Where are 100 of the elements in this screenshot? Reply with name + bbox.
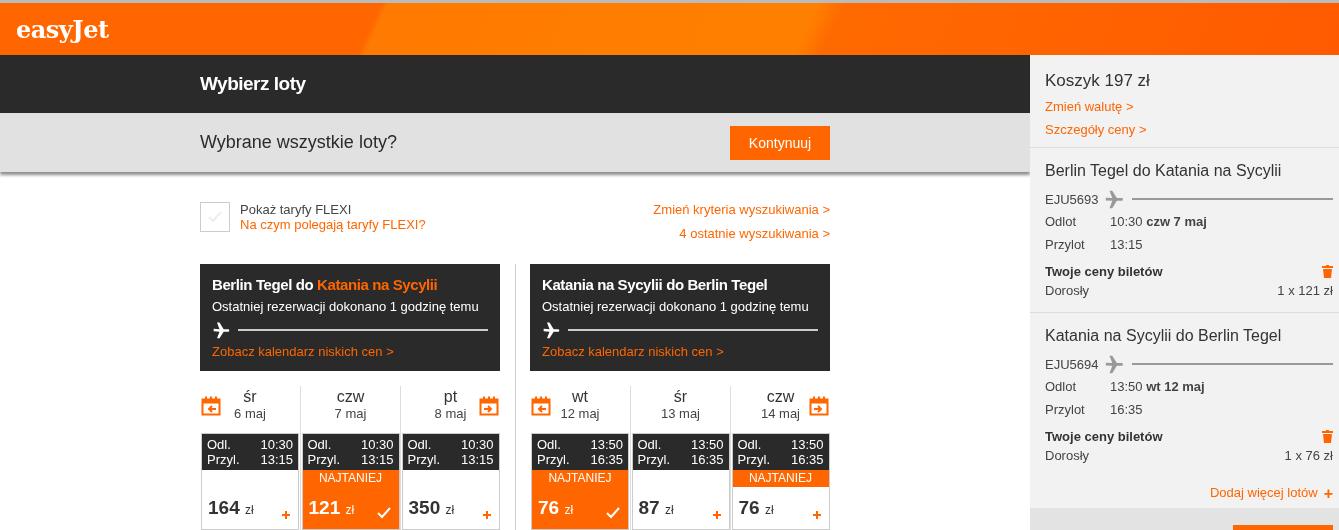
time-value: 13:15 [460,452,494,467]
weekday: czw [336,388,365,406]
add-flights-link[interactable]: Dodaj więcej lotów + [1210,485,1333,503]
time-label: Przyl. [637,452,671,467]
calendar-link[interactable]: Zobacz kalendarz niskich cen > [542,344,818,359]
time-label: Przyl. [407,452,441,467]
prices-title: Twoje ceny biletów [1045,429,1163,444]
date: 8 maj [434,406,467,421]
date: 7 maj [334,406,367,421]
passenger-type: Dorosły [1045,283,1090,298]
search-link[interactable]: 4 ostatnie wyszukiwania > [679,226,830,241]
basket-title: Koszyk 197 zł [1045,71,1151,91]
weekday: śr [673,388,688,406]
time-value: 10:30 [360,437,394,452]
flexi-checkbox[interactable] [200,202,230,232]
plus-icon[interactable] [482,511,491,519]
time-label: Przyl. [307,452,341,467]
detail-label: Przylot [1045,402,1086,417]
detail-value: 10:30 czw 7 maj [1110,214,1208,229]
detail-label: Odlot [1045,379,1078,394]
price: 76 zł [538,497,574,519]
page-title: Wybierz loty [200,73,306,95]
confirm-question: Wybrane wszystkie loty? [200,132,397,153]
price: 164 zł [208,497,254,519]
basket-link[interactable]: Szczegóły ceny > [1045,122,1324,137]
time-label: Przyl. [207,452,241,467]
date: 13 maj [661,406,700,421]
plus-icon[interactable] [712,511,721,519]
calendar-icon[interactable] [531,396,551,416]
fare-option[interactable]: Odl. 10:30 Przyl. 13:15 NAJTANIEJ 121 zł [301,433,400,530]
price: 87 zł [638,497,674,519]
time-value: 16:35 [790,452,824,467]
calendar-icon[interactable] [479,396,499,416]
checkbox-label: Pokaż taryfy FLEXI [240,202,352,217]
price: 76 zł [738,497,774,519]
fare-option[interactable]: Odl. 10:30 Przyl. 13:15 164 zł [201,433,299,530]
weekday: wt [572,388,588,406]
passenger-type: Dorosły [1045,448,1090,463]
time-label: Przyl. [537,452,571,467]
booking-note: Ostatniej rezerwacji dokonano 1 godzinę temu [542,299,810,314]
time-label: Odl. [407,437,433,452]
calendar-link[interactable]: Zobacz kalendarz niskich cen > [212,344,488,359]
cheapest-badge: NAJTANIEJ [732,470,829,487]
time-value: 10:30 [460,437,494,452]
prices-title: Twoje ceny biletów [1045,264,1163,279]
time-value: 13:50 [690,437,724,452]
date: 12 maj [560,406,600,421]
time-value: 16:35 [690,452,724,467]
time-label: Odl. [307,437,333,452]
plane-icon [212,320,232,340]
check-icon [606,507,620,519]
booking-note: Ostatniej rezerwacji dokonano 1 godzinę temu [212,299,480,314]
plus-icon[interactable] [282,511,290,519]
time-label: Odl. [737,437,763,452]
fare-option[interactable]: Odl. 13:50 Przyl. 16:35 87 zł [631,433,730,530]
ticket-price: 1 x 121 zł [1277,283,1333,298]
check-icon [376,507,391,519]
date: 14 maj [761,406,800,421]
flight-number: EJU5693 [1045,191,1099,207]
fare-option[interactable]: Odl. 10:30 Przyl. 13:15 350 zł [401,433,500,530]
time-label: Przyl. [737,452,771,467]
time-value: 13:15 [360,452,394,467]
search-link[interactable]: Zmień kryteria wyszukiwania > [653,202,830,217]
trash-icon[interactable] [1322,430,1333,443]
flexi-info-link[interactable]: Na czym polegają taryfy FLEXI? [240,217,426,232]
calendar-icon[interactable] [201,396,221,416]
flight-number: EJU5694 [1045,356,1099,372]
fare-option[interactable]: Odl. 13:50 Przyl. 16:35 NAJTANIEJ 76 zł [531,433,629,530]
time-label: Odl. [637,437,663,452]
weekday: pt [443,388,458,406]
time-label: Odl. [207,437,232,452]
calendar-icon[interactable] [809,396,829,416]
journey-title: Katania na Sycylii do Berlin Tegel [542,276,769,293]
detail-value: 16:35 [1110,402,1144,417]
logo[interactable]: easyJet [16,14,109,44]
price: 121 zł [308,497,355,519]
ticket-price: 1 x 76 zł [1284,448,1333,463]
flight-route: Katania na Sycylii do Berlin Tegel [1045,327,1283,345]
price: 350 zł [408,497,455,519]
weekday: czw [766,388,795,406]
time-label: Odl. [537,437,562,452]
continue-button[interactable]: Kontynuuj [730,125,830,160]
time-value: 16:35 [590,452,623,467]
detail-label: Przylot [1045,237,1086,252]
journey-title: Berlin Tegel do Katania na Sycylii [212,276,439,293]
detail-value: 13:15 [1110,237,1144,252]
trash-icon[interactable] [1322,265,1333,278]
plus-icon[interactable] [812,511,821,519]
fare-option[interactable]: Odl. 13:50 Przyl. 16:35 NAJTANIEJ 76 zł [731,433,830,530]
flight-route: Berlin Tegel do Katania na Sycylii [1045,162,1283,180]
time-value: 13:50 [790,437,824,452]
time-value: 10:30 [260,437,293,452]
plane-icon [542,320,562,340]
time-value: 13:15 [260,452,293,467]
basket-link[interactable]: Zmień walutę > [1045,99,1324,114]
detail-label: Odlot [1045,214,1078,229]
date: 6 maj [234,406,266,421]
time-value: 13:50 [590,437,623,452]
detail-value: 13:50 wt 12 maj [1110,379,1206,394]
weekday: śr [243,388,257,406]
